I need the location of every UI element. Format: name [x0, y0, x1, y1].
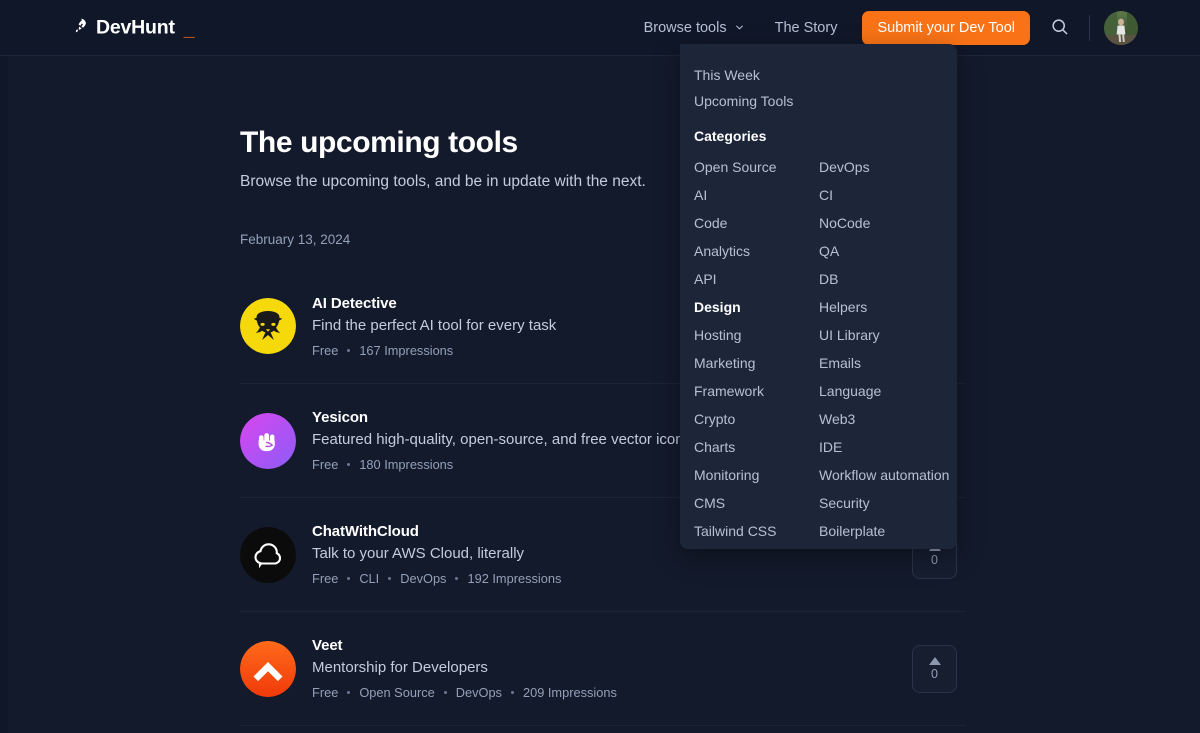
browse-tools-dropdown: This Week Upcoming Tools Categories Open… [680, 44, 957, 549]
tool-impressions: 209 Impressions [522, 685, 617, 700]
yesicon-logo-icon [240, 412, 296, 469]
logo-home-link[interactable]: DevHunt _ [71, 16, 195, 40]
category-framework[interactable]: Framework [694, 377, 819, 405]
logo-underscore: _ [183, 18, 195, 40]
category-nocode[interactable]: NoCode [819, 209, 957, 237]
category-ci[interactable]: CI [819, 181, 957, 209]
category-analytics[interactable]: Analytics [694, 237, 819, 265]
avatar[interactable] [1104, 11, 1138, 45]
nav-the-story-label: The Story [774, 20, 838, 36]
meta-dot-icon [347, 577, 351, 580]
category-qa[interactable]: QA [819, 237, 957, 265]
category-devops[interactable]: DevOps [819, 153, 957, 181]
tool-meta: Free CLI DevOps 192 Impressions [312, 571, 912, 586]
category-ai[interactable]: AI [694, 181, 819, 209]
meta-dot-icon [510, 691, 514, 694]
category-charts[interactable]: Charts [694, 433, 819, 461]
category-tailwind-css[interactable]: Tailwind CSS [694, 517, 819, 545]
chatwithcloud-logo-icon [240, 526, 296, 583]
meta-dot-icon [347, 348, 351, 352]
submit-dev-tool-button[interactable]: Submit your Dev Tool [862, 11, 1030, 45]
meta-dot-icon [347, 463, 351, 466]
chevron-down-icon [734, 22, 744, 32]
tool-description: Mentorship for Developers [312, 659, 488, 676]
category-api[interactable]: API [694, 265, 819, 293]
category-cms[interactable]: CMS [694, 489, 819, 517]
upvote-button[interactable]: 0 [912, 644, 957, 693]
vote-count: 0 [931, 552, 938, 567]
triangle-up-icon [928, 656, 941, 665]
meta-dot-icon [388, 577, 392, 580]
search-icon [1050, 17, 1069, 39]
category-open-source[interactable]: Open Source [694, 153, 819, 181]
category-language[interactable]: Language [819, 377, 957, 405]
category-design[interactable]: Design [694, 293, 819, 321]
logo-text: DevHunt [96, 16, 175, 38]
category-web3[interactable]: Web3 [819, 405, 957, 433]
dropdown-categories-heading: Categories [694, 128, 767, 144]
dropdown-item-upcoming-tools[interactable]: Upcoming Tools [680, 88, 957, 114]
list-bottom-divider [240, 725, 966, 726]
category-monitoring[interactable]: Monitoring [694, 461, 819, 489]
left-scroll-gutter [0, 0, 8, 733]
category-marketing[interactable]: Marketing [694, 349, 819, 377]
tool-impressions: 167 Impressions [359, 342, 454, 358]
tool-name: Veet [312, 637, 343, 654]
category-code[interactable]: Code [694, 209, 819, 237]
tool-tag: Free [312, 342, 339, 358]
meta-dot-icon [455, 577, 459, 580]
vote-count: 0 [931, 666, 938, 681]
meta-dot-icon [347, 691, 351, 694]
nav-the-story[interactable]: The Story [775, 20, 838, 36]
tool-impressions: 192 Impressions [467, 571, 562, 586]
tool-meta: Free Open Source DevOps 209 Impressions [312, 685, 912, 700]
tool-tag: Free [312, 457, 339, 472]
tool-tag: DevOps [400, 571, 447, 586]
category-security[interactable]: Security [819, 489, 957, 517]
site-header: DevHunt _ Browse tools The Story Submit … [0, 0, 1200, 56]
category-helpers[interactable]: Helpers [819, 293, 957, 321]
page-content: The upcoming tools Browse the upcoming t… [0, 56, 1200, 726]
tool-impressions: 180 Impressions [359, 457, 454, 472]
veet-logo-icon [240, 640, 296, 697]
category-ui-library[interactable]: UI Library [819, 321, 957, 349]
category-emails[interactable]: Emails [819, 349, 957, 377]
nav-browse-tools[interactable]: Browse tools [644, 20, 744, 36]
tool-tag: Free [312, 571, 339, 586]
nav-browse-tools-label: Browse tools [643, 20, 727, 36]
tool-tag: DevOps [455, 685, 502, 700]
tool-tag: CLI [359, 571, 380, 586]
dropdown-item-this-week[interactable]: This Week [680, 62, 957, 88]
ai-detective-logo-icon [240, 298, 296, 354]
rocket-icon [71, 16, 90, 38]
category-boilerplate[interactable]: Boilerplate [819, 517, 957, 545]
category-db[interactable]: DB [819, 265, 957, 293]
header-divider [1089, 15, 1090, 41]
meta-dot-icon [443, 691, 447, 694]
category-crypto[interactable]: Crypto [694, 405, 819, 433]
dropdown-categories-grid: Open Source DevOps AI CI Code NoCode Ana… [680, 153, 957, 545]
tool-tag: Open Source [359, 685, 435, 700]
table-row[interactable]: Veet Mentorship for Developers Free Open… [240, 611, 966, 725]
category-ide[interactable]: IDE [819, 433, 957, 461]
tool-info: Veet Mentorship for Developers Free Open… [312, 637, 912, 700]
search-button[interactable] [1044, 11, 1075, 45]
category-workflow-automation[interactable]: Workflow automation [819, 461, 957, 489]
category-hosting[interactable]: Hosting [694, 321, 819, 349]
tool-tag: Free [312, 685, 339, 700]
